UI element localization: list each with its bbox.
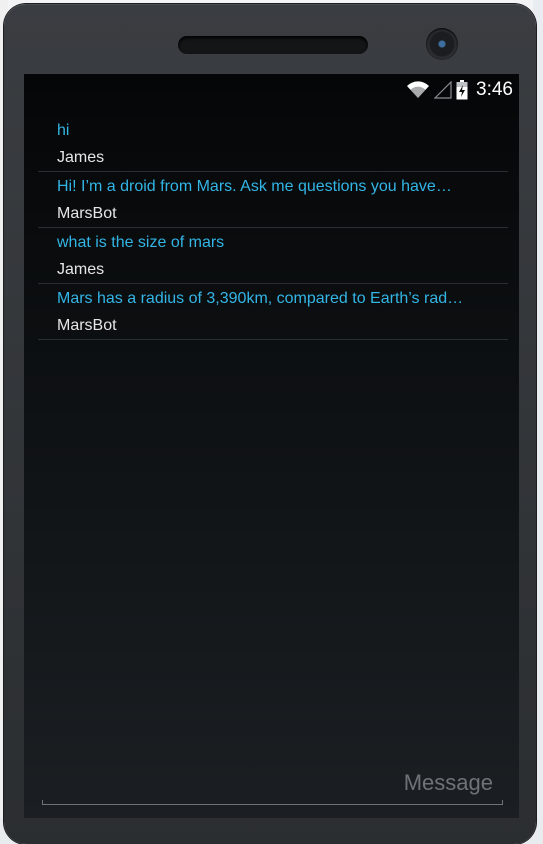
message-author: MarsBot bbox=[57, 205, 117, 222]
status-clock: 3:46 bbox=[476, 79, 513, 100]
status-icons: 3:46 bbox=[406, 78, 513, 102]
earpiece-speaker bbox=[178, 36, 368, 54]
message-list[interactable]: hi James Hi! I’m a droid from Mars. Ask … bbox=[38, 116, 508, 340]
wifi-icon bbox=[406, 81, 430, 99]
message-text: Mars has a radius of 3,390km, compared t… bbox=[57, 290, 464, 307]
compose-area bbox=[42, 764, 503, 805]
message-author: James bbox=[57, 149, 105, 166]
list-item[interactable]: what is the size of mars James bbox=[38, 228, 508, 284]
list-item[interactable]: hi James bbox=[38, 116, 508, 172]
list-item[interactable]: Mars has a radius of 3,390km, compared t… bbox=[38, 284, 508, 340]
message-text: hi bbox=[57, 122, 70, 139]
front-camera-icon bbox=[426, 28, 458, 60]
message-text: Hi! I’m a droid from Mars. Ask me questi… bbox=[57, 178, 452, 195]
message-text: what is the size of mars bbox=[57, 234, 225, 251]
signal-icon bbox=[434, 81, 452, 99]
message-input-underline bbox=[42, 800, 503, 805]
status-bar: 3:46 bbox=[24, 74, 519, 106]
message-input[interactable] bbox=[42, 764, 503, 802]
battery-charging-icon bbox=[456, 80, 468, 100]
phone-screen: 3:46 hi James Hi! I’m a droid from Mars.… bbox=[24, 74, 519, 818]
message-author: MarsBot bbox=[57, 317, 117, 334]
list-item[interactable]: Hi! I’m a droid from Mars. Ask me questi… bbox=[38, 172, 508, 228]
message-author: James bbox=[57, 261, 105, 278]
